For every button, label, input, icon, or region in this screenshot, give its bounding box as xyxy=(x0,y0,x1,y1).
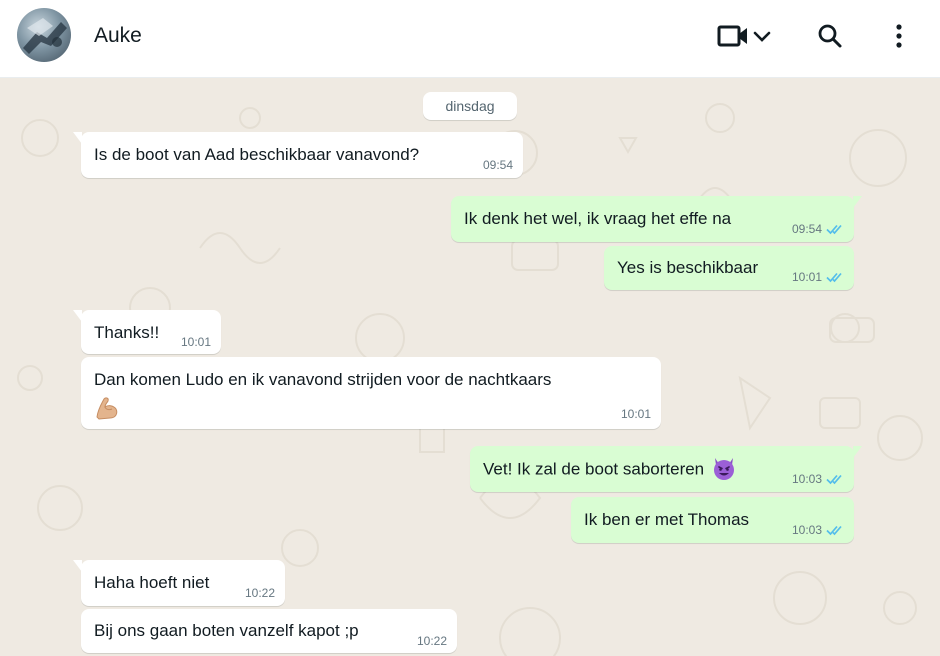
more-vertical-icon xyxy=(896,24,902,48)
message-incoming[interactable]: Dan komen Ludo en ik vanavond strijden v… xyxy=(81,357,661,429)
double-check-read-icon xyxy=(826,474,842,485)
message-meta: 10:01 xyxy=(792,270,846,284)
bubble-tail xyxy=(853,196,862,208)
bubble-tail xyxy=(73,560,82,572)
message-outgoing[interactable]: Yes is beschikbaar 10:01 xyxy=(604,246,854,290)
flexed-biceps-emoji xyxy=(96,397,118,420)
chevron-down-icon xyxy=(753,31,771,42)
date-separator: dinsdag xyxy=(423,92,517,120)
bubble-tail xyxy=(73,310,82,322)
message-time: 10:22 xyxy=(416,634,447,648)
message-list[interactable]: dinsdag Is de boot van Aad beschikbaar v… xyxy=(0,78,940,656)
smiling-face-with-horns-emoji xyxy=(713,458,734,480)
message-incoming[interactable]: Bij ons gaan boten vanzelf kapot ;p 10:2… xyxy=(81,609,457,653)
message-text: Ik denk het wel, ik vraag het effe na xyxy=(464,209,732,228)
message-text: Bij ons gaan boten vanzelf kapot ;p xyxy=(94,621,359,640)
chat-header: Auke xyxy=(0,0,940,78)
message-meta: 10:03 xyxy=(792,472,846,486)
message-meta: 09:54 xyxy=(792,222,846,236)
bubble-tail xyxy=(73,132,82,144)
message-time: 10:01 xyxy=(620,407,651,421)
contact-name[interactable]: Auke xyxy=(94,24,142,48)
double-check-read-icon xyxy=(826,525,842,536)
message-text: Ik ben er met Thomas xyxy=(584,510,750,529)
video-call-button[interactable] xyxy=(712,18,778,54)
message-text: Haha hoeft niet xyxy=(94,573,210,592)
avatar-image xyxy=(23,18,67,54)
message-time: 10:01 xyxy=(180,335,211,349)
message-text: Vet! Ik zal de boot saborteren xyxy=(483,459,705,479)
message-incoming[interactable]: Haha hoeft niet 10:22 xyxy=(73,560,285,606)
message-incoming[interactable]: Thanks!! 10:01 xyxy=(73,310,221,354)
bubble-tail xyxy=(853,446,862,458)
message-outgoing[interactable]: Ik ben er met Thomas 10:03 xyxy=(571,497,854,543)
message-text: Yes is beschikbaar xyxy=(617,258,759,277)
search-button[interactable] xyxy=(812,18,848,54)
message-time: 10:03 xyxy=(791,472,822,486)
menu-button[interactable] xyxy=(883,18,915,54)
message-incoming[interactable]: Is de boot van Aad beschikbaar vanavond?… xyxy=(73,132,523,178)
message-time: 09:54 xyxy=(482,158,513,172)
message-text: Thanks!! xyxy=(94,323,160,342)
message-text: Is de boot van Aad beschikbaar vanavond? xyxy=(94,145,420,164)
double-check-read-icon xyxy=(826,272,842,283)
message-outgoing[interactable]: Ik denk het wel, ik vraag het effe na 09… xyxy=(451,196,862,242)
message-time: 09:54 xyxy=(791,222,822,236)
contact-avatar[interactable] xyxy=(17,8,71,62)
video-camera-icon xyxy=(717,25,747,47)
message-outgoing[interactable]: Vet! Ik zal de boot saborteren 10:03 xyxy=(470,446,862,492)
message-text: Dan komen Ludo en ik vanavond strijden v… xyxy=(94,370,552,389)
search-icon xyxy=(818,24,842,48)
double-check-read-icon xyxy=(826,224,842,235)
message-meta: 10:03 xyxy=(792,523,846,537)
message-body: Vet! Ik zal de boot saborteren xyxy=(483,458,737,481)
message-time: 10:01 xyxy=(791,270,822,284)
message-time: 10:03 xyxy=(791,523,822,537)
message-time: 10:22 xyxy=(244,586,275,600)
